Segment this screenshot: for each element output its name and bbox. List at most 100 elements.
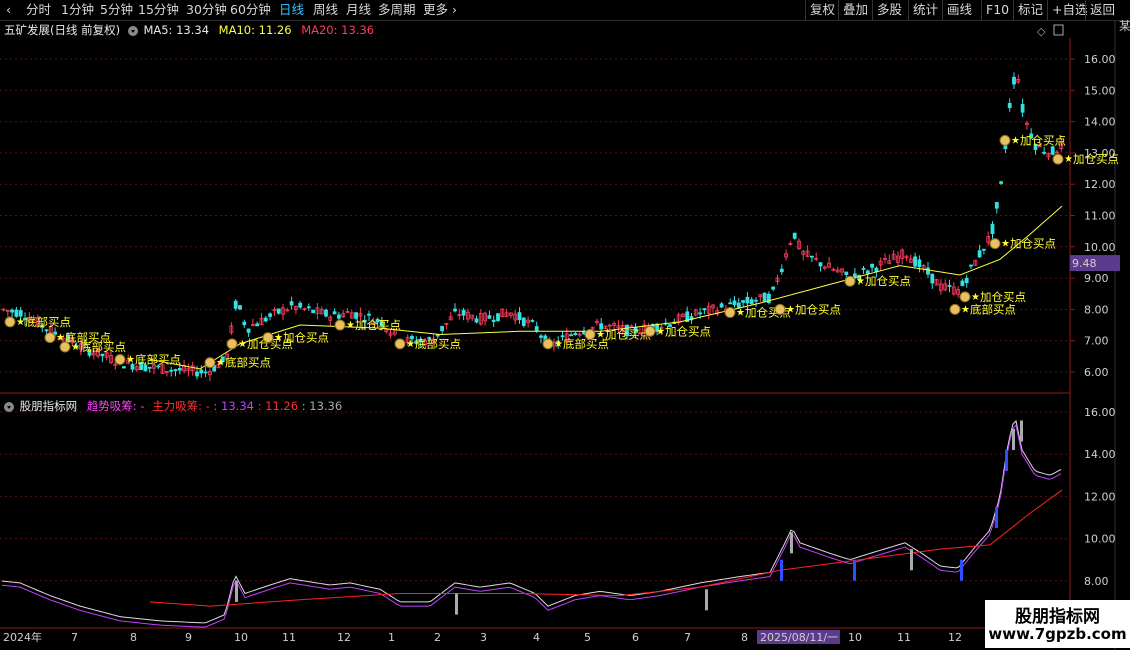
candle-body <box>762 292 767 303</box>
date-label: 5 <box>584 631 591 644</box>
candle-body <box>517 312 522 321</box>
candle-body <box>487 315 492 319</box>
star-icon: ★ <box>856 276 865 287</box>
indicator-name: 股朋指标网 <box>19 399 78 413</box>
candle-body <box>999 181 1003 184</box>
date-label: 7 <box>684 631 691 644</box>
signal-label: 加仓买点 <box>605 327 651 341</box>
signal-label: 加仓买点 <box>665 324 711 338</box>
star-icon: ★ <box>346 320 355 331</box>
ma5-value: MA5: 13.34 <box>143 23 210 37</box>
candle-body <box>754 299 758 302</box>
candle-body <box>18 310 23 317</box>
candle-body <box>792 232 797 239</box>
money-bag-icon <box>999 134 1011 146</box>
money-bag-icon <box>4 316 16 328</box>
date-label: 11 <box>897 631 911 644</box>
date-label: 10 <box>848 631 862 644</box>
money-bag-icon <box>204 357 216 369</box>
money-bag-icon <box>1052 153 1064 165</box>
candle-body <box>969 264 973 267</box>
candle-body <box>913 256 917 267</box>
candle-body <box>870 263 874 268</box>
date-label: 7 <box>71 631 78 644</box>
price-label: 11.00 <box>1084 210 1116 223</box>
money-bag-icon <box>644 325 656 337</box>
candle-body <box>474 318 479 323</box>
money-bag-icon <box>334 319 346 331</box>
dropdown-circle-icon[interactable] <box>127 25 138 36</box>
money-bag-icon <box>959 291 971 303</box>
indicator-bar <box>780 559 783 581</box>
candle-body <box>947 285 952 287</box>
candle-body <box>779 268 784 273</box>
candle-body <box>1003 145 1008 150</box>
indicator-red-line <box>149 489 1063 607</box>
indicator-bar <box>235 580 238 602</box>
signal-label: 底部买点 <box>225 356 271 370</box>
signal-label: 底部买点 <box>970 302 1016 316</box>
signal-label: 加仓买点 <box>355 318 401 332</box>
watermark-title: 股朋指标网 <box>1015 607 1100 627</box>
candle-body <box>994 202 999 209</box>
candle-body <box>268 313 273 317</box>
price-label: 15.00 <box>1084 84 1116 97</box>
candle-body <box>917 259 922 268</box>
candle-body <box>44 329 49 332</box>
price-label: 12.00 <box>1084 178 1116 191</box>
candle-body <box>324 309 328 317</box>
panel-toggle-icon[interactable] <box>1053 24 1064 36</box>
candle-body <box>964 277 969 284</box>
candle-body <box>771 286 776 290</box>
candle-body <box>14 309 19 317</box>
candle-body <box>741 300 745 303</box>
date-label: 12 <box>337 631 351 644</box>
star-icon: ★ <box>1011 135 1020 146</box>
candle-body <box>440 325 445 332</box>
right-panel-text: 某 <box>1119 19 1130 33</box>
main-legend: 五矿发展(日线 前复权) MA5: 13.34 MA10: 11.26 MA20… <box>4 22 374 38</box>
candle-body <box>100 353 105 357</box>
candle-body <box>530 320 535 322</box>
date-label: 6 <box>632 631 639 644</box>
signal-label: 加仓买点 <box>980 290 1026 304</box>
indicator-bar <box>1005 449 1008 472</box>
candle-body <box>977 250 982 258</box>
money-bag-icon <box>44 332 56 344</box>
candle-body <box>698 312 702 315</box>
price-label: 9.00 <box>1084 272 1109 285</box>
candle-body <box>10 309 15 313</box>
indicator-bar <box>1012 428 1015 450</box>
stock-chart[interactable]: 16.0015.0014.0013.0012.0011.0010.009.008… <box>0 0 1130 650</box>
candle-body <box>749 299 754 305</box>
candle-body <box>926 267 930 275</box>
star-icon: ★ <box>786 304 795 315</box>
dropdown-circle-icon[interactable] <box>4 401 14 412</box>
main-label: 主力吸筹: - <box>152 399 210 413</box>
signal-label: 加仓买点 <box>283 331 329 345</box>
price-label: 6.00 <box>1084 366 1109 379</box>
candle-body <box>745 296 750 304</box>
star-icon: ★ <box>1064 154 1073 165</box>
candle-body <box>728 302 733 305</box>
indicator-bar <box>705 589 708 611</box>
price-label: 16.00 <box>1084 53 1116 66</box>
indicator-v1: : 13.34 <box>213 399 254 413</box>
candle-body <box>332 311 337 315</box>
money-bag-icon <box>724 307 736 319</box>
money-bag-icon <box>114 353 126 365</box>
candle-body <box>147 366 152 369</box>
indicator-label: 12.00 <box>1084 490 1116 503</box>
price-label: 8.00 <box>1084 303 1109 316</box>
candle-body <box>534 326 539 332</box>
diamond-icon[interactable]: ◇ <box>1037 25 1046 38</box>
price-label: 14.00 <box>1084 116 1116 129</box>
candle-body <box>990 223 995 235</box>
signal-label: 底部买点 <box>80 340 126 354</box>
date-label: 10 <box>234 631 248 644</box>
signal-label: 底部买点 <box>135 352 181 366</box>
candle-body <box>573 333 578 336</box>
candle-body <box>173 369 178 372</box>
money-bag-icon <box>949 303 961 315</box>
date-label: 11 <box>282 631 296 644</box>
